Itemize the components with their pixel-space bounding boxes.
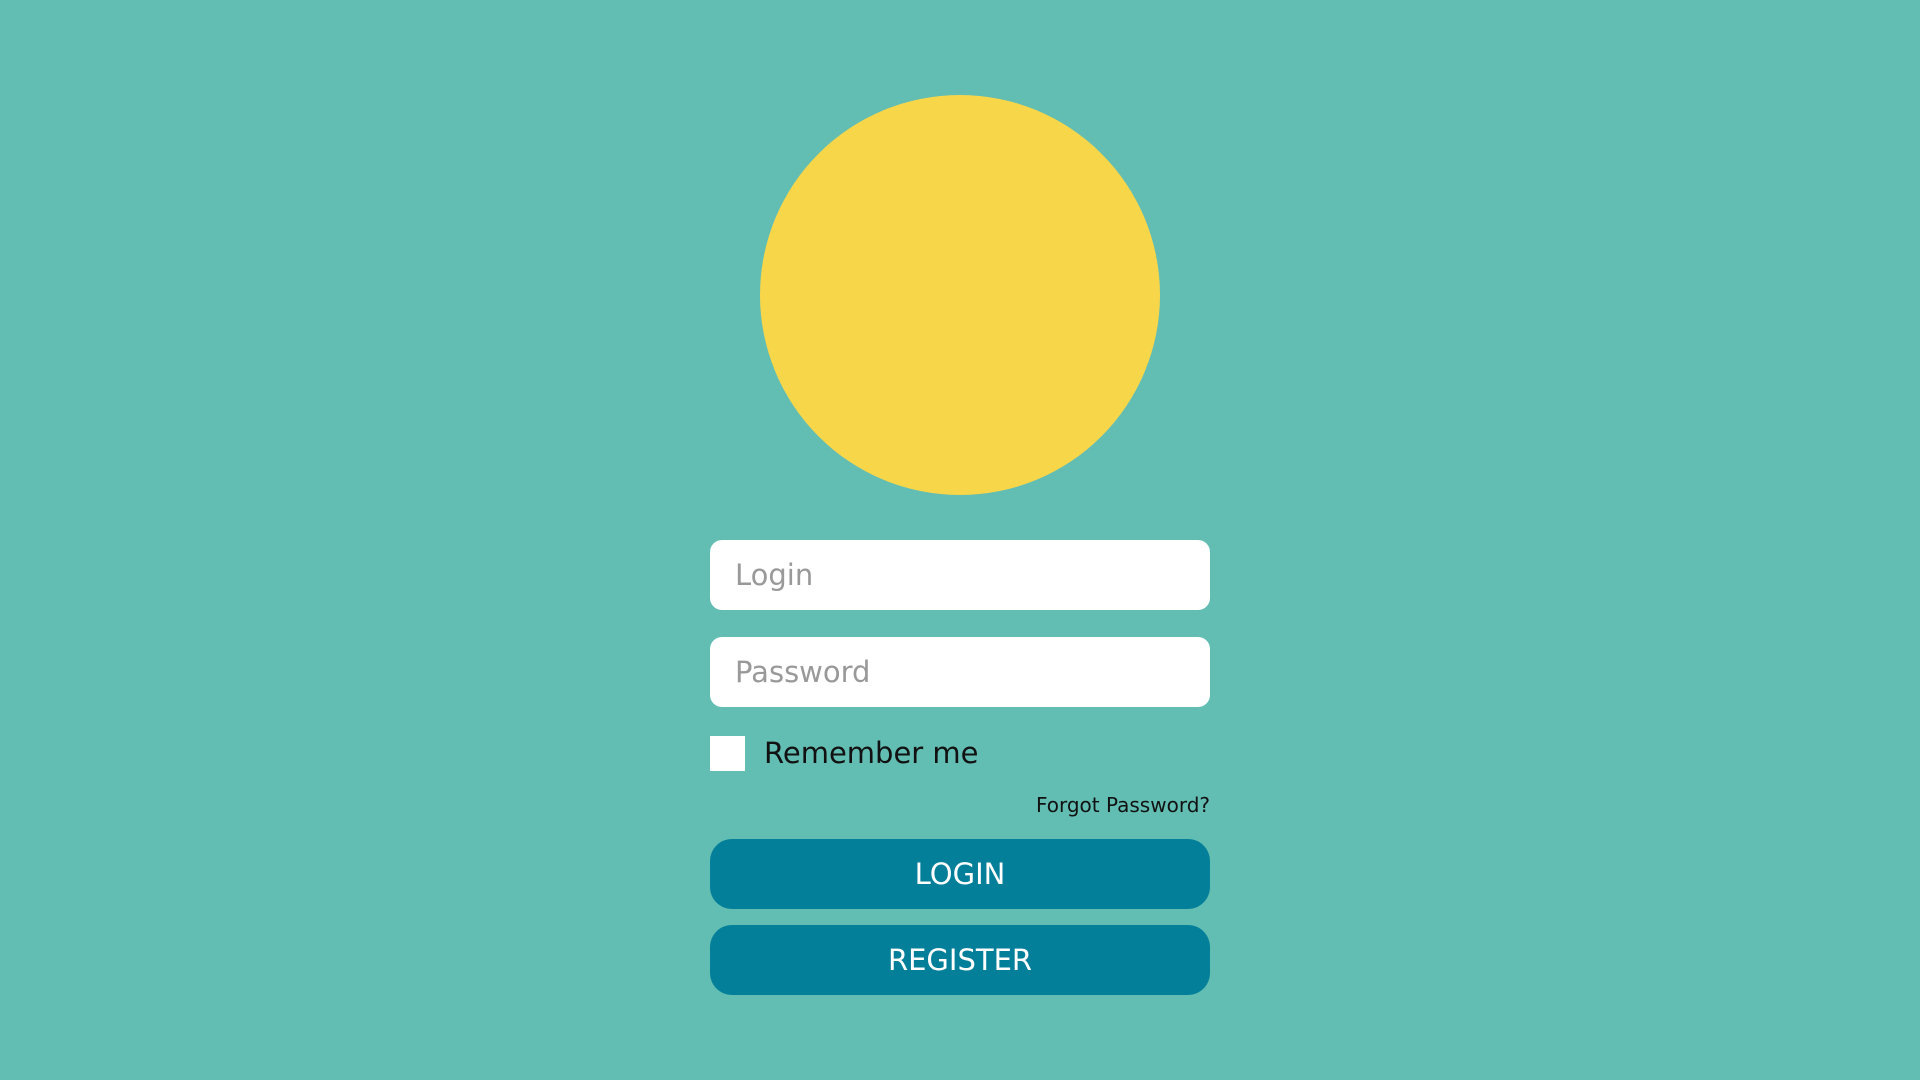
forgot-password-link[interactable]: Forgot Password? (1036, 793, 1210, 817)
logo-circle (760, 95, 1160, 495)
login-button[interactable]: LOGIN (710, 839, 1210, 909)
remember-me-label: Remember me (764, 736, 979, 770)
remember-me-row: Remember me (710, 735, 1210, 771)
password-input[interactable] (710, 637, 1210, 707)
register-button[interactable]: REGISTER (710, 925, 1210, 995)
remember-me-checkbox[interactable] (710, 735, 745, 771)
login-form: Remember me Forgot Password? LOGIN REGIS… (710, 540, 1210, 995)
login-input[interactable] (710, 540, 1210, 610)
forgot-password-row: Forgot Password? (710, 793, 1210, 819)
